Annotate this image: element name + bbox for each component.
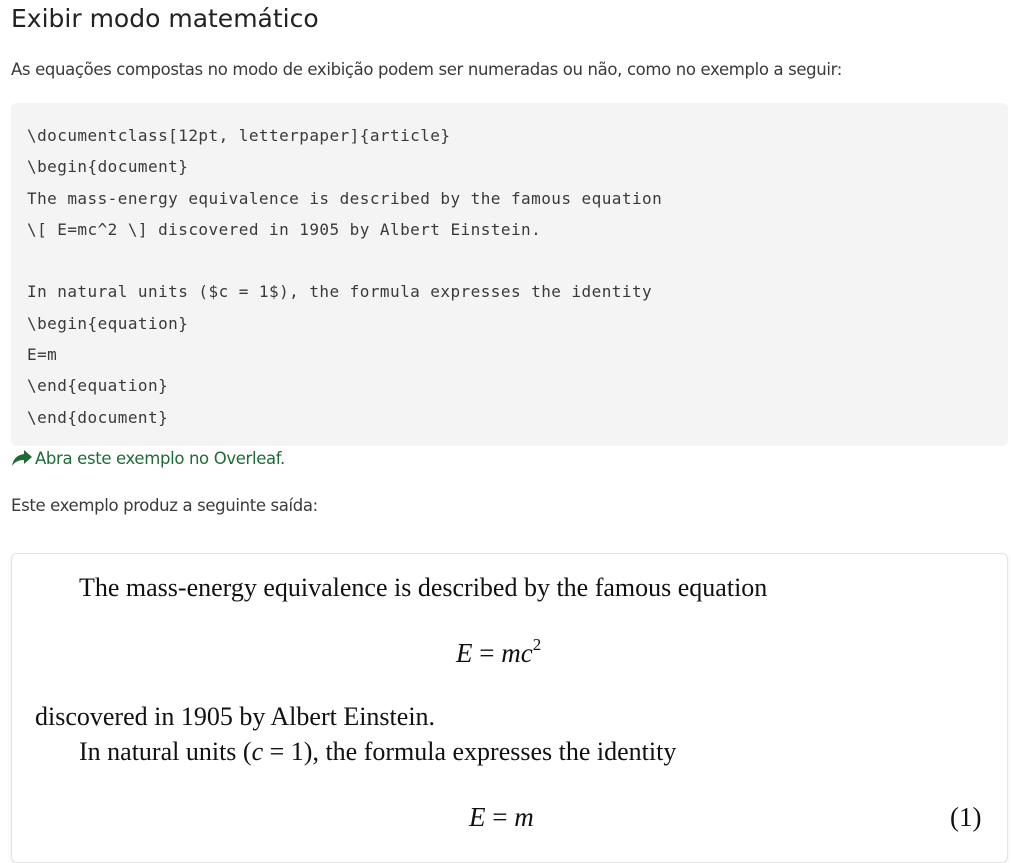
overleaf-link-label: Abra este exemplo no Overleaf. [35, 448, 285, 468]
share-arrow-icon [11, 448, 33, 468]
output-intro-text: Este exemplo produz a seguinte saída: [11, 496, 318, 515]
code-line: \begin{equation} [27, 313, 189, 333]
code-line: \end{document} [27, 407, 169, 427]
equation-number: (1) [950, 802, 982, 832]
output-paragraph-3: In natural units (c = 1), the formula ex… [79, 737, 676, 767]
output-paragraph-2: discovered in 1905 by Albert Einstein. [35, 702, 436, 731]
code-line: \begin{document} [27, 157, 189, 177]
eq1-equals: = [479, 638, 495, 668]
open-in-overleaf-link[interactable]: Abra este exemplo no Overleaf. [11, 448, 285, 468]
output-equation-2: E = m [469, 802, 534, 833]
para3-suffix: = 1), the formula expresses the identity [263, 737, 677, 766]
para3-variable: c [251, 737, 264, 766]
eq1-rhs: mc [501, 638, 533, 668]
para3-prefix: In natural units ( [79, 737, 252, 766]
section-heading: Exibir modo matemático [11, 4, 319, 33]
eq1-exponent: 2 [532, 635, 542, 654]
eq2-equals: = [492, 802, 508, 832]
eq2-rhs: m [514, 802, 534, 832]
code-line: E=m [27, 345, 58, 365]
code-line: In natural units ($c = 1$), the formula … [27, 282, 653, 302]
eq1-lhs: E [456, 638, 473, 668]
output-paragraph-1: The mass-energy equivalence is described… [79, 573, 768, 602]
code-line: \end{equation} [27, 376, 169, 396]
intro-text: As equações compostas no modo de exibiçã… [11, 60, 842, 79]
code-block: \documentclass[12pt, letterpaper]{articl… [11, 103, 1008, 446]
code-line: \[ E=mc^2 \] discovered in 1905 by Alber… [27, 219, 542, 239]
eq2-lhs: E [469, 802, 486, 832]
code-line: The mass-energy equivalence is described… [27, 188, 663, 208]
output-equation-1: E = mc2 [456, 635, 542, 669]
code-line: \documentclass[12pt, letterpaper]{articl… [27, 126, 451, 145]
rendered-output: The mass-energy equivalence is described… [11, 553, 1008, 863]
